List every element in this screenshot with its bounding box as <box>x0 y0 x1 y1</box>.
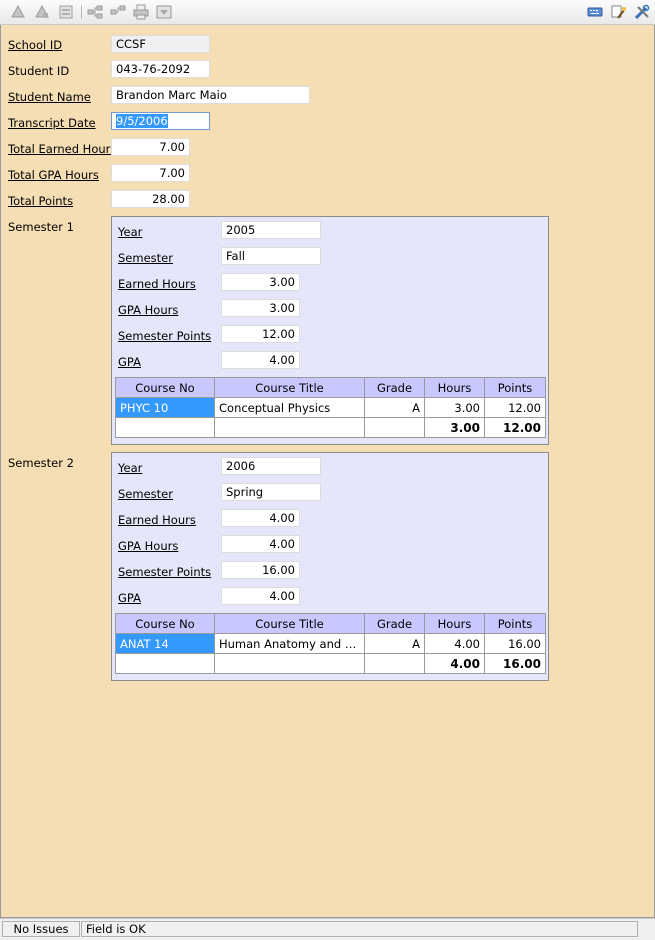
empty-cell <box>115 417 215 438</box>
school-id-label: School ID <box>8 38 63 52</box>
school-id-field[interactable]: CCSF <box>111 35 210 53</box>
gpa-hours-field[interactable]: 4.00 <box>221 535 300 553</box>
form-icon[interactable] <box>58 4 74 20</box>
empty-cell <box>214 417 365 438</box>
empty-cell <box>115 653 215 674</box>
field-status: Field is OK <box>81 921 638 937</box>
table-row[interactable]: ANAT 14 Human Anatomy and Physi... A 4.0… <box>115 633 546 654</box>
tools-icon[interactable] <box>634 4 650 20</box>
year-field[interactable]: 2005 <box>221 221 321 239</box>
total-points-label: Total Points <box>8 194 74 208</box>
total-gpa-hours-field[interactable]: 7.00 <box>111 164 190 182</box>
semester-1-title: Semester 1 <box>8 220 74 234</box>
course-title-header[interactable]: Course Title <box>214 613 365 634</box>
print-icon[interactable] <box>133 4 149 20</box>
points-header[interactable]: Points <box>484 377 546 398</box>
filter-icon[interactable] <box>156 4 172 20</box>
total-earned-hours-label: Total Earned Hours <box>8 142 117 156</box>
total-points-field[interactable]: 28.00 <box>111 190 190 208</box>
semester-points-field[interactable]: 16.00 <box>221 561 300 579</box>
tree-remove-icon[interactable] <box>110 4 126 20</box>
course-no-cell[interactable]: ANAT 14 <box>115 633 215 654</box>
year-field[interactable]: 2006 <box>221 457 321 475</box>
student-name-label: Student Name <box>8 90 91 104</box>
total-points-cell: 12.00 <box>484 417 546 438</box>
student-id-field[interactable]: 043-76-2092 <box>111 60 210 78</box>
earned-hours-field[interactable]: 4.00 <box>221 509 300 527</box>
semester-2-panel: Year 2006 Semester Spring Earned Hours 4… <box>111 452 549 681</box>
transcript-date-label: Transcript Date <box>8 116 96 130</box>
toolbar-separator <box>81 5 82 19</box>
grid-header-row: Course No Course Title Grade Hours Point… <box>115 377 546 398</box>
earned-hours-label: Earned Hours <box>118 277 196 291</box>
courses-grid: Course No Course Title Grade Hours Point… <box>115 613 546 674</box>
total-earned-hours-field[interactable]: 7.00 <box>111 138 190 156</box>
student-id-label: Student ID <box>8 64 70 78</box>
totals-row: 3.00 12.00 <box>115 417 546 438</box>
course-no-cell[interactable]: PHYC 10 <box>115 397 215 418</box>
tree-add-icon[interactable] <box>87 4 103 20</box>
table-row[interactable]: PHYC 10 Conceptual Physics A 3.00 12.00 <box>115 397 546 418</box>
empty-cell <box>214 653 365 674</box>
total-hours-cell: 4.00 <box>424 653 485 674</box>
student-name-field[interactable]: Brandon Marc Maio <box>111 86 310 104</box>
semester-points-label: Semester Points <box>118 329 212 343</box>
course-title-header[interactable]: Course Title <box>214 377 365 398</box>
course-no-header[interactable]: Course No <box>115 377 215 398</box>
semester-field[interactable]: Fall <box>221 247 321 265</box>
points-cell[interactable]: 16.00 <box>484 633 546 654</box>
courses-grid: Course No Course Title Grade Hours Point… <box>115 377 546 438</box>
semester-label: Semester <box>118 251 173 265</box>
semester-points-field[interactable]: 12.00 <box>221 325 300 343</box>
grid-header-row: Course No Course Title Grade Hours Point… <box>115 613 546 634</box>
status-bar: No Issues Field is OK <box>0 918 655 940</box>
course-no-header[interactable]: Course No <box>115 613 215 634</box>
issues-status[interactable]: No Issues <box>2 921 80 937</box>
gpa-hours-field[interactable]: 3.00 <box>221 299 300 317</box>
year-label: Year <box>118 225 143 239</box>
course-title-cell[interactable]: Conceptual Physics <box>214 397 365 418</box>
course-title-cell[interactable]: Human Anatomy and Physi... <box>214 633 365 654</box>
up-arrow-icon[interactable] <box>10 4 26 20</box>
down-arrow-icon[interactable] <box>34 4 50 20</box>
gpa-field[interactable]: 4.00 <box>221 587 300 605</box>
gpa-field[interactable]: 4.00 <box>221 351 300 369</box>
total-hours-cell: 3.00 <box>424 417 485 438</box>
hours-cell[interactable]: 3.00 <box>424 397 485 418</box>
hours-header[interactable]: Hours <box>424 377 485 398</box>
semester-points-label: Semester Points <box>118 565 212 579</box>
total-gpa-hours-label: Total GPA Hours <box>8 168 99 182</box>
toolbar <box>0 0 655 25</box>
transcript-form: School ID CCSF Student ID 043-76-2092 St… <box>0 25 655 918</box>
semester-field[interactable]: Spring <box>221 483 321 501</box>
total-points-cell: 16.00 <box>484 653 546 674</box>
magic-wand-icon[interactable] <box>610 4 626 20</box>
transcript-date-field[interactable]: 9/5/2006 <box>111 112 210 130</box>
keyboard-icon[interactable] <box>587 4 603 20</box>
grade-header[interactable]: Grade <box>364 613 425 634</box>
grade-header[interactable]: Grade <box>364 377 425 398</box>
grade-cell[interactable]: A <box>364 397 425 418</box>
hours-cell[interactable]: 4.00 <box>424 633 485 654</box>
empty-cell <box>364 653 425 674</box>
earned-hours-field[interactable]: 3.00 <box>221 273 300 291</box>
gpa-label: GPA <box>118 591 141 605</box>
gpa-label: GPA <box>118 355 141 369</box>
gpa-hours-label: GPA Hours <box>118 303 179 317</box>
semester-label: Semester <box>118 487 173 501</box>
points-cell[interactable]: 12.00 <box>484 397 546 418</box>
hours-header[interactable]: Hours <box>424 613 485 634</box>
transcript-date-value: 9/5/2006 <box>116 114 168 128</box>
totals-row: 4.00 16.00 <box>115 653 546 674</box>
semester-2-title: Semester 2 <box>8 456 74 470</box>
grade-cell[interactable]: A <box>364 633 425 654</box>
semester-1-panel: Year 2005 Semester Fall Earned Hours 3.0… <box>111 216 549 445</box>
earned-hours-label: Earned Hours <box>118 513 196 527</box>
year-label: Year <box>118 461 143 475</box>
empty-cell <box>364 417 425 438</box>
points-header[interactable]: Points <box>484 613 546 634</box>
gpa-hours-label: GPA Hours <box>118 539 179 553</box>
